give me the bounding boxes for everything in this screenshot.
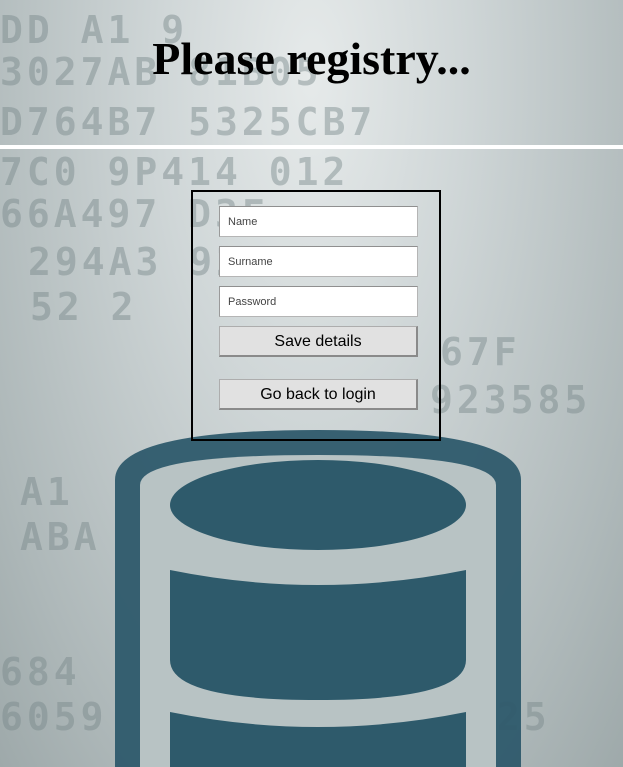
header-divider: [0, 145, 623, 149]
surname-field[interactable]: [219, 246, 418, 277]
registration-form: Save details Go back to login: [191, 190, 441, 441]
page-title: Please registry...: [152, 33, 471, 84]
save-details-button[interactable]: Save details: [219, 326, 418, 357]
password-field[interactable]: [219, 286, 418, 317]
header: Please registry...: [0, 0, 623, 145]
name-field[interactable]: [219, 206, 418, 237]
back-to-login-button[interactable]: Go back to login: [219, 379, 418, 410]
